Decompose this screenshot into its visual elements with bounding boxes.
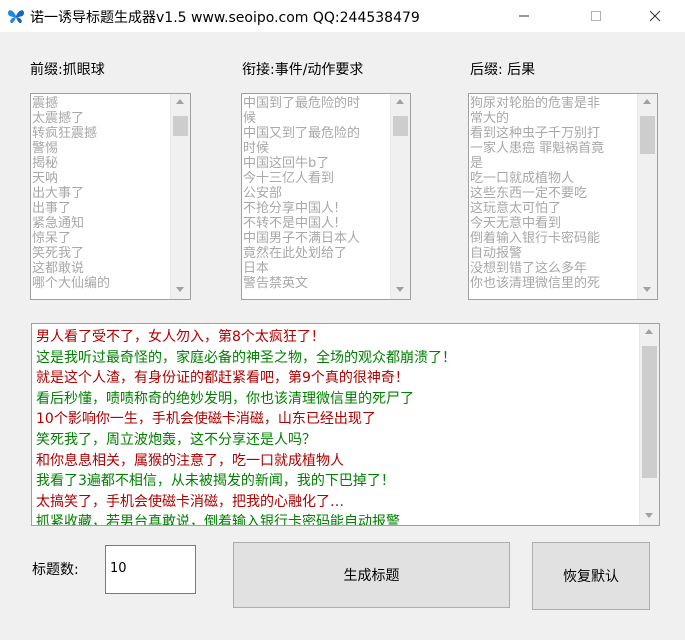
scroll-up-button[interactable] bbox=[640, 324, 659, 341]
list-item[interactable]: 今天无意中看到 bbox=[470, 216, 637, 231]
list-item[interactable]: 没想到错了这么多年 bbox=[470, 261, 637, 276]
list-item[interactable]: 惊呆了 bbox=[32, 231, 170, 246]
scroll-thumb[interactable] bbox=[173, 116, 188, 136]
list-item[interactable]: 这都敢说 bbox=[32, 261, 170, 276]
connector-scrollbar[interactable] bbox=[390, 94, 410, 299]
list-item[interactable]: 太震撼了 bbox=[32, 111, 170, 126]
output-scrollbar[interactable] bbox=[639, 324, 659, 525]
list-item[interactable]: 紧急通知 bbox=[32, 216, 170, 231]
reset-button[interactable]: 恢复默认 bbox=[532, 542, 650, 610]
prefix-scrollbar[interactable] bbox=[170, 94, 190, 299]
list-item[interactable]: 今十三亿人看到 bbox=[243, 171, 390, 186]
list-item[interactable]: 日本 bbox=[243, 261, 390, 276]
title-bar[interactable]: 诺一诱导标题生成器v1.5 www.seoipo.com QQ:24453847… bbox=[0, 0, 685, 32]
list-item[interactable]: 不抢分享中国人! bbox=[243, 201, 390, 216]
list-item[interactable]: 警告禁英文 bbox=[243, 276, 390, 291]
list-item[interactable]: 笑死我了 bbox=[32, 246, 170, 261]
chevron-up-icon bbox=[645, 329, 653, 334]
list-item[interactable]: 中国这回牛b了 bbox=[243, 156, 390, 171]
output-line: 男人看了受不了，女人勿入，第8个太疯狂了！ bbox=[36, 329, 325, 345]
suffix-listbox[interactable]: 狗尿对轮胎的危害是非 常大的 看到这种虫子千万别打 一家人患癌 罪魁祸首竟是吃一口就成… bbox=[468, 93, 658, 300]
close-button[interactable] bbox=[632, 0, 678, 32]
scroll-thumb[interactable] bbox=[393, 116, 408, 136]
minimize-icon bbox=[519, 15, 529, 17]
list-item[interactable]: 中国到了最危险的时 bbox=[243, 96, 390, 111]
list-item[interactable]: 自动报警 bbox=[470, 246, 637, 261]
count-input[interactable] bbox=[106, 546, 195, 591]
suffix-label: 后缀: 后果 bbox=[470, 62, 536, 78]
output-line: 太搞笑了，手机会使磁卡消磁，把我的心融化了… bbox=[36, 493, 344, 510]
list-item[interactable]: 看到这种虫子千万别打 bbox=[470, 126, 637, 141]
list-item[interactable]: 中国男子不满日本人 bbox=[243, 231, 390, 246]
list-item[interactable]: 你也该清理微信里的死 bbox=[470, 276, 637, 291]
list-item[interactable]: 吃一口就成植物人 bbox=[470, 171, 637, 186]
list-item[interactable]: 狗尿对轮胎的危害是非 bbox=[470, 96, 637, 111]
chevron-up-icon bbox=[396, 99, 404, 104]
list-item[interactable]: 是 bbox=[470, 156, 637, 171]
list-item[interactable]: 一家人患癌 罪魁祸首竟 bbox=[470, 141, 637, 156]
list-item[interactable]: 天呐 bbox=[32, 171, 170, 186]
list-item[interactable]: 中国又到了最危险的 bbox=[243, 126, 390, 141]
prefix-listbox[interactable]: 震撼 太震撼了 转疯狂震撼 警惕 揭秘 天呐 出大事了 出事了 紧急通知 惊呆了 笑死我了 这都敢说哪… bbox=[30, 93, 191, 300]
list-item[interactable]: 倒着输入银行卡密码能 bbox=[470, 231, 637, 246]
count-label: 标题数: bbox=[32, 562, 79, 578]
scroll-up-button[interactable] bbox=[391, 94, 410, 111]
minimize-button[interactable] bbox=[501, 0, 547, 32]
generate-button[interactable]: 生成标题 bbox=[233, 542, 510, 608]
list-item[interactable]: 出事了 bbox=[32, 201, 170, 216]
list-item[interactable]: 警惕 bbox=[32, 141, 170, 156]
list-item[interactable]: 转疯狂震撼 bbox=[32, 126, 170, 141]
prefix-label: 前缀:抓眼球 bbox=[30, 62, 105, 78]
output-line: 这是我听过最奇怪的，家庭必备的神圣之物，全场的观众都崩溃了！ bbox=[36, 349, 456, 366]
scroll-down-button[interactable] bbox=[638, 282, 657, 299]
output-line: 看后秒懂，啧啧称奇的绝妙发明，你也该清理微信里的死尸了 bbox=[36, 390, 414, 407]
maximize-icon bbox=[591, 11, 601, 21]
list-item[interactable]: 公安部 bbox=[243, 186, 390, 201]
chevron-up-icon bbox=[176, 99, 184, 104]
chevron-down-icon bbox=[643, 287, 651, 292]
scroll-down-button[interactable] bbox=[640, 508, 659, 525]
scroll-up-button[interactable] bbox=[171, 94, 190, 111]
list-item[interactable]: 哪个大仙编的 bbox=[32, 276, 170, 291]
output-line: 10个影响你一生，手机会使磁卡消磁，山东已经出现了 bbox=[36, 411, 376, 428]
output-line: 我看了3遍都不相信，从未被揭发的新闻，我的下巴掉了！ bbox=[36, 473, 395, 490]
list-item[interactable]: 竟然在此处划给了 bbox=[243, 246, 390, 261]
maximize-button[interactable] bbox=[573, 0, 619, 32]
scroll-down-button[interactable] bbox=[171, 282, 190, 299]
chevron-up-icon bbox=[643, 99, 651, 104]
chevron-down-icon bbox=[176, 287, 184, 292]
scroll-thumb[interactable] bbox=[642, 346, 657, 478]
output-line: 和你息息相关，属猴的注意了，吃一口就成植物人 bbox=[36, 452, 344, 469]
list-item[interactable]: 候 bbox=[243, 111, 390, 126]
output-line: 笑死我了，周立波炮轰，这不分享还是人吗？ bbox=[36, 431, 316, 448]
output-textarea[interactable]: 男人看了受不了，女人勿入，第8个太疯狂了！ 这是我听过最奇怪的，家庭必备的神圣之物… bbox=[31, 323, 660, 526]
scroll-up-button[interactable] bbox=[638, 94, 657, 111]
list-item[interactable]: 这些东西一定不要吃 bbox=[470, 186, 637, 201]
list-item[interactable]: 常大的 bbox=[470, 111, 637, 126]
list-item[interactable]: 出大事了 bbox=[32, 186, 170, 201]
scroll-thumb[interactable] bbox=[640, 116, 655, 154]
scroll-down-button[interactable] bbox=[391, 282, 410, 299]
list-item[interactable]: 震撼 bbox=[32, 96, 170, 111]
butterfly-icon bbox=[8, 10, 24, 24]
suffix-scrollbar[interactable] bbox=[637, 94, 657, 299]
chevron-down-icon bbox=[645, 513, 653, 518]
count-field-box[interactable] bbox=[105, 545, 196, 594]
list-item[interactable]: 不转不是中国人! bbox=[243, 216, 390, 231]
list-item[interactable]: 这玩意太可怕了 bbox=[470, 201, 637, 216]
connector-listbox[interactable]: 中国到了最危险的时候中国又到了最危险的 时候 中国这回牛b了 今十三亿人看到 公安部 不抢… bbox=[241, 93, 411, 300]
output-line: 抓紧收藏，若男台真敢说，倒着输入银行卡密码能自动报警 bbox=[36, 514, 400, 526]
list-item[interactable]: 揭秘 bbox=[32, 156, 170, 171]
close-icon bbox=[649, 10, 661, 22]
window-title: 诺一诱导标题生成器v1.5 www.seoipo.com QQ:24453847… bbox=[30, 10, 420, 26]
connector-label: 衔接:事件/动作要求 bbox=[242, 62, 364, 78]
chevron-down-icon bbox=[396, 287, 404, 292]
output-line: 就是这个人渣，有身份证的都赶紧看吧，第9个真的很神奇！ bbox=[36, 370, 409, 387]
list-item[interactable]: 时候 bbox=[243, 141, 390, 156]
